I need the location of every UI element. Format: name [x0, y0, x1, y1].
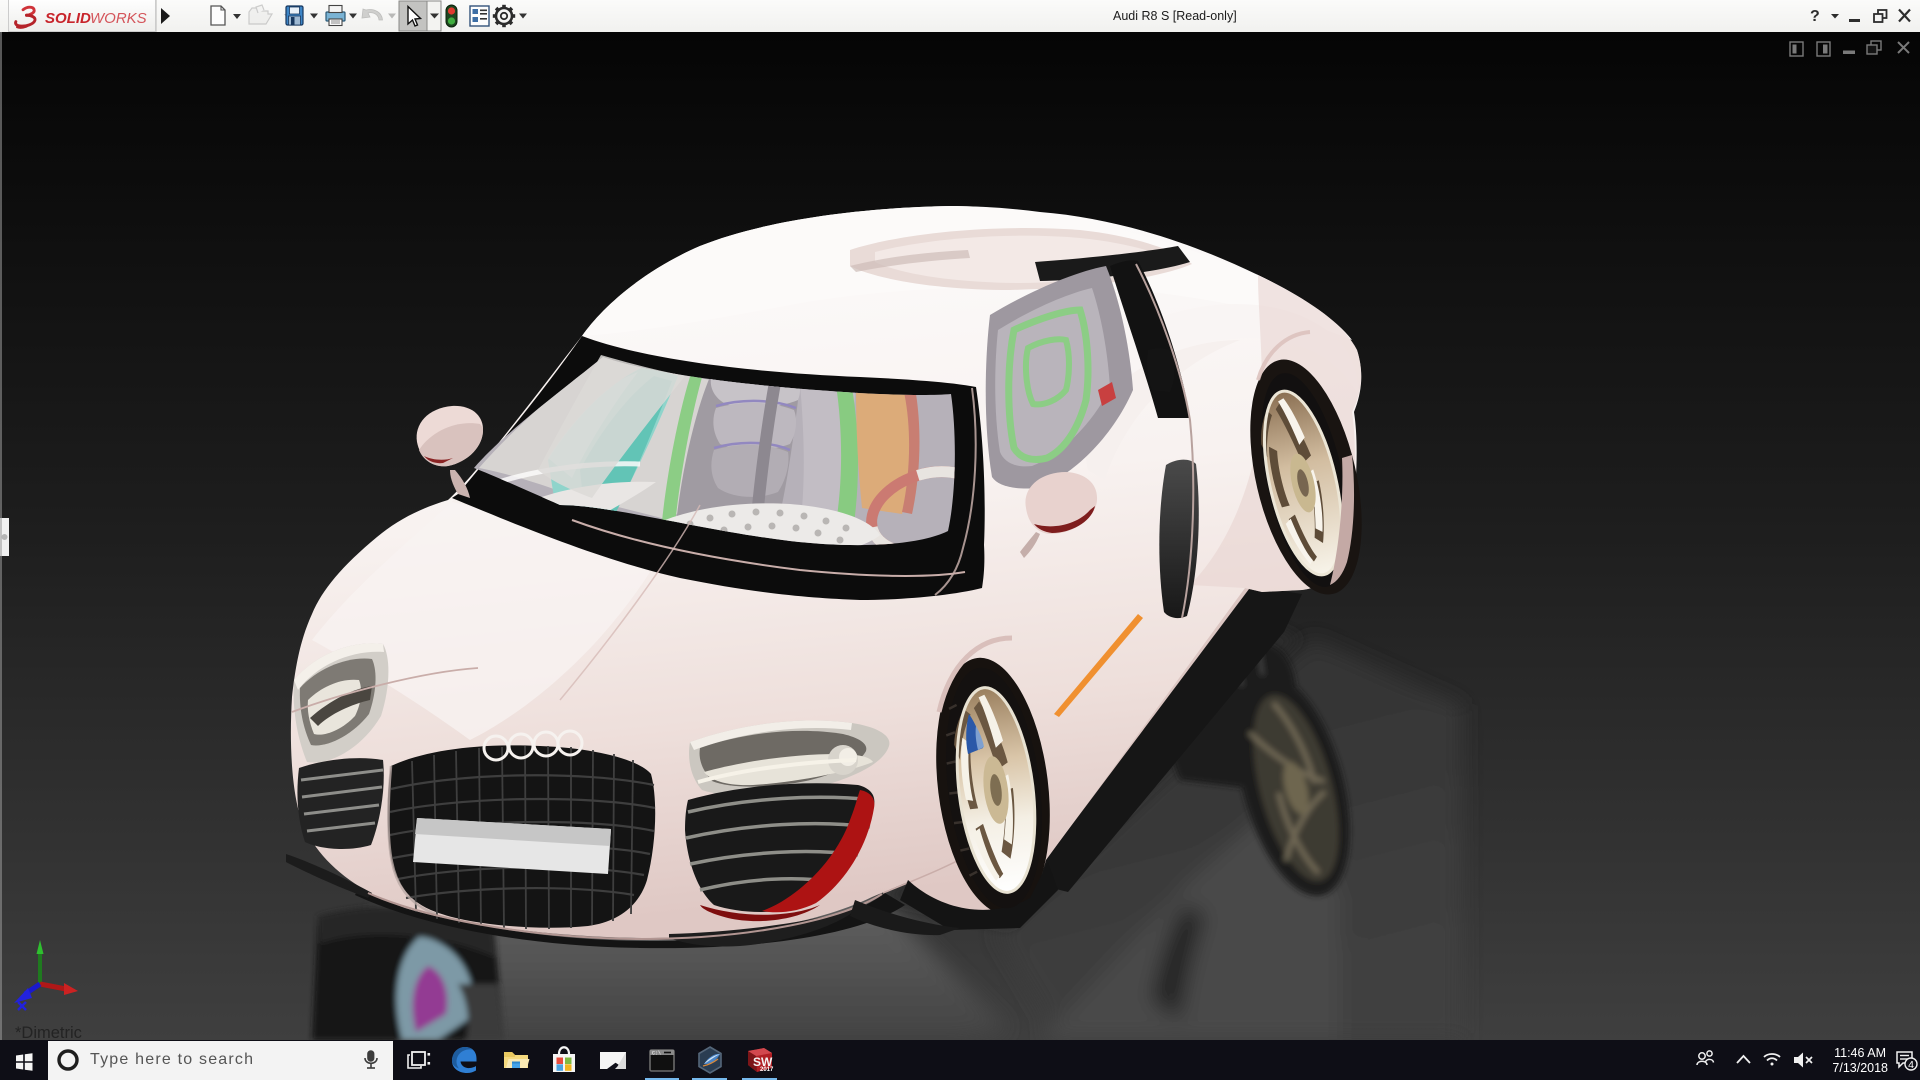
svg-text:4: 4 [1908, 1059, 1914, 1071]
svg-text:?: ? [1810, 8, 1820, 25]
svg-text:11:46 AM: 11:46 AM [1834, 1046, 1886, 1060]
svg-text:C:\: C:\ [652, 1050, 661, 1056]
svg-text:Audi R8 S [Read-only]: Audi R8 S [Read-only] [1113, 9, 1237, 23]
svg-text:7/13/2018: 7/13/2018 [1832, 1061, 1888, 1075]
svg-text:2017: 2017 [760, 1067, 774, 1073]
svg-text:SOLID: SOLID [45, 10, 91, 27]
svg-text:WORKS: WORKS [90, 10, 147, 27]
svg-text:*Dimetric: *Dimetric [15, 1024, 82, 1040]
